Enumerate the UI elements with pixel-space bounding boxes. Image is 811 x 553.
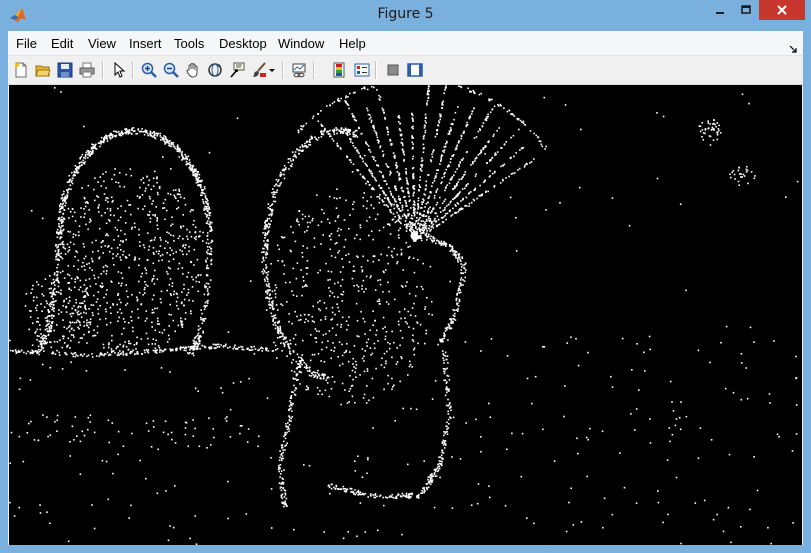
colorbar-icon bbox=[333, 62, 345, 78]
maximize-icon bbox=[741, 5, 751, 14]
hide-plot-tools-button[interactable] bbox=[383, 60, 403, 80]
menu-window[interactable]: Window bbox=[278, 36, 324, 51]
hide-plot-tools-icon bbox=[387, 64, 399, 76]
new-figure-icon bbox=[15, 62, 27, 78]
close-button[interactable] bbox=[759, 0, 805, 20]
pan-button[interactable] bbox=[183, 60, 203, 80]
show-plot-tools-icon bbox=[407, 63, 423, 77]
minimize-icon bbox=[716, 12, 724, 14]
figure-client-area: File Edit View Insert Tools Desktop Wind… bbox=[8, 31, 803, 545]
toolbar-separator bbox=[132, 61, 134, 79]
menu-view[interactable]: View bbox=[88, 36, 116, 51]
new-figure-button[interactable] bbox=[11, 60, 31, 80]
figure-window: Figure 5 File Edit View Insert Tools Des… bbox=[0, 0, 811, 553]
link-plot-icon bbox=[292, 63, 306, 78]
title-bar[interactable]: Figure 5 bbox=[0, 0, 811, 31]
edit-plot-button[interactable] bbox=[109, 60, 129, 80]
data-cursor-icon bbox=[230, 62, 245, 78]
brush-button[interactable] bbox=[249, 60, 269, 80]
menu-insert[interactable]: Insert bbox=[129, 36, 162, 51]
data-cursor-button[interactable] bbox=[227, 60, 247, 80]
rotate-3d-button[interactable] bbox=[205, 60, 225, 80]
print-button[interactable] bbox=[77, 60, 97, 80]
show-plot-tools-button[interactable] bbox=[405, 60, 425, 80]
menu-desktop[interactable]: Desktop bbox=[219, 36, 267, 51]
zoom-out-button[interactable] bbox=[161, 60, 181, 80]
zoom-out-icon bbox=[163, 62, 179, 78]
open-file-icon bbox=[35, 65, 51, 77]
print-icon bbox=[79, 62, 95, 78]
zoom-in-icon bbox=[141, 62, 157, 78]
menu-bar: File Edit View Insert Tools Desktop Wind… bbox=[8, 31, 803, 56]
menubar-dock-arrow-icon[interactable] bbox=[789, 38, 797, 53]
window-title: Figure 5 bbox=[377, 6, 434, 22]
maximize-button[interactable] bbox=[733, 0, 759, 20]
toolbar-separator bbox=[282, 61, 284, 79]
minimize-button[interactable] bbox=[707, 0, 733, 20]
insert-colorbar-button[interactable] bbox=[329, 60, 349, 80]
figure-toolbar bbox=[8, 56, 803, 85]
save-icon bbox=[57, 62, 73, 78]
brush-dropdown-icon bbox=[269, 69, 275, 72]
pan-hand-icon bbox=[186, 62, 198, 78]
link-plot-button[interactable] bbox=[289, 60, 309, 80]
toolbar-separator bbox=[313, 61, 315, 79]
brush-icon bbox=[253, 62, 266, 77]
edit-plot-arrow-icon bbox=[114, 62, 126, 78]
save-button[interactable] bbox=[55, 60, 75, 80]
brush-dropdown-button[interactable] bbox=[267, 60, 277, 80]
menu-tools[interactable]: Tools bbox=[174, 36, 204, 51]
zoom-in-button[interactable] bbox=[139, 60, 159, 80]
figure-axes-image[interactable] bbox=[9, 85, 802, 545]
open-file-button[interactable] bbox=[33, 60, 53, 80]
toolbar-separator bbox=[375, 61, 377, 79]
menu-help[interactable]: Help bbox=[339, 36, 366, 51]
legend-icon bbox=[354, 63, 370, 77]
toolbar-separator bbox=[102, 61, 104, 79]
menu-file[interactable]: File bbox=[16, 36, 37, 51]
menu-edit[interactable]: Edit bbox=[51, 36, 73, 51]
rotate-3d-icon bbox=[208, 63, 222, 77]
close-icon bbox=[777, 5, 787, 15]
insert-legend-button[interactable] bbox=[352, 60, 372, 80]
edge-map-image bbox=[9, 85, 799, 545]
